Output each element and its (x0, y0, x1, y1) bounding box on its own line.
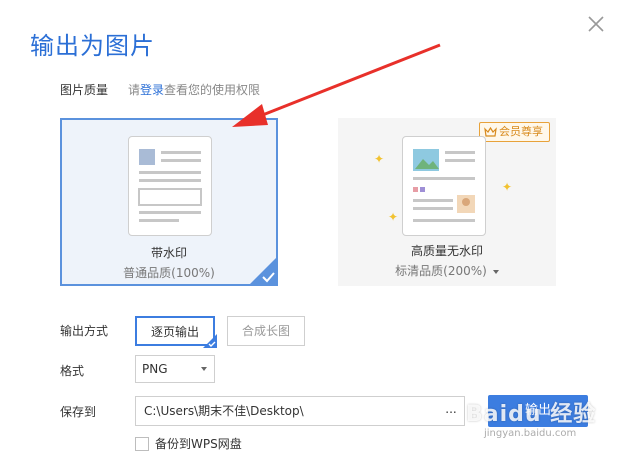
document-preview-icon (128, 136, 212, 236)
watermark-card-title: 带水印 (150, 246, 187, 260)
hq-card-subtitle-text: 标清品质(200%) (395, 264, 487, 278)
close-icon (588, 16, 604, 32)
quality-label: 图片质量 (60, 83, 109, 97)
sparkle-icon: ✦ (388, 210, 399, 224)
chevron-down-icon (201, 367, 207, 371)
note-prefix: 请 (128, 83, 141, 97)
backup-checkbox[interactable] (135, 436, 149, 451)
quality-note: 请登录查看您的使用权限 (128, 81, 260, 98)
vip-badge: 会员尊享 (479, 122, 550, 142)
hq-card-subtitle: 标清品质(200%) (338, 262, 556, 279)
format-select[interactable]: PNG (135, 355, 215, 383)
backup-row: 备份到WPS网盘 (135, 435, 242, 452)
format-label: 格式 (60, 364, 85, 378)
chevron-down-icon[interactable] (492, 269, 499, 274)
watermark-url: jingyan.baidu.com (484, 428, 577, 439)
hq-doc-graphic (413, 149, 475, 222)
watermark-option-card[interactable]: 带水印 普通品质(100%) (60, 118, 278, 286)
close-button[interactable] (584, 12, 608, 36)
output-mode-label: 输出方式 (60, 324, 109, 338)
watermark-doc-graphic (138, 149, 202, 222)
hq-card-title: 高质量无水印 (410, 244, 483, 258)
browse-button[interactable]: ... (440, 400, 462, 422)
sparkle-icon: ✦ (502, 180, 513, 194)
backup-label: 备份到WPS网盘 (155, 437, 242, 451)
long-image-button[interactable]: 合成长图 (227, 316, 305, 346)
watermark-card-subtitle: 普通品质(100%) (123, 266, 215, 280)
save-path-field[interactable]: C:\Users\期末不佳\Desktop\ (135, 396, 465, 426)
format-value: PNG (142, 362, 168, 376)
note-suffix: 查看您的使用权限 (164, 83, 261, 97)
selected-check-icon (248, 256, 278, 286)
hq-option-card[interactable]: 会员尊享 ✦ ✦ ✦ 高质量无水印 标清品质(200%) (338, 118, 556, 286)
selected-check-icon (203, 334, 217, 348)
save-to-label: 保存到 (60, 405, 97, 419)
sparkle-icon: ✦ (374, 152, 385, 166)
crown-icon (484, 127, 497, 137)
login-link[interactable]: 登录 (140, 83, 164, 97)
dialog-title: 输出为图片 (30, 32, 155, 60)
baidu-watermark: Baidu 经验 (466, 402, 597, 427)
document-preview-icon (402, 136, 486, 236)
vip-badge-label: 会员尊享 (499, 125, 543, 138)
